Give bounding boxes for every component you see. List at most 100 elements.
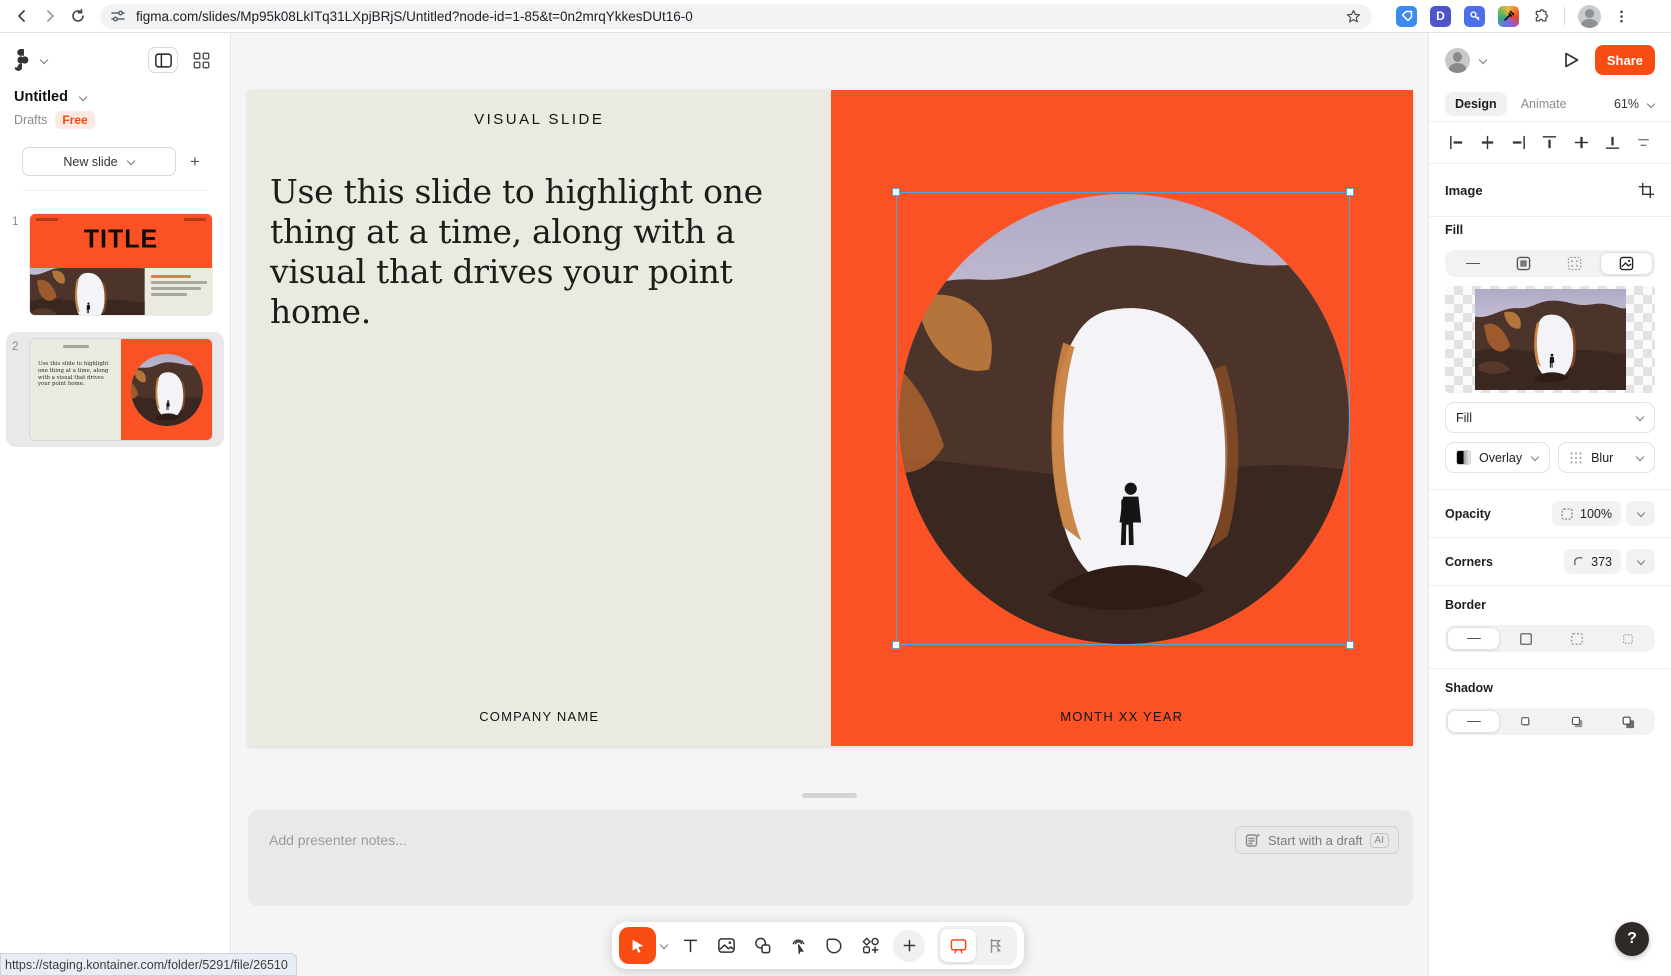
slide-right-half[interactable]: MONTH XX YEAR xyxy=(831,90,1414,746)
slide-eyebrow[interactable]: VISUAL SLIDE xyxy=(248,111,831,128)
canvas[interactable]: VISUAL SLIDE Use this slide to highlight… xyxy=(231,33,1428,976)
bookmark-star-icon[interactable] xyxy=(1345,8,1362,25)
align-vertical-center-icon[interactable] xyxy=(1569,131,1593,155)
opacity-input[interactable]: 100% xyxy=(1552,501,1621,526)
extension-key-icon[interactable] xyxy=(1464,6,1485,27)
avatar-chevron-icon[interactable] xyxy=(1478,56,1487,65)
tab-design[interactable]: Design xyxy=(1445,92,1507,116)
slide-left-half[interactable]: VISUAL SLIDE Use this slide to highlight… xyxy=(248,90,831,746)
fill-mode-dropdown[interactable]: Fill xyxy=(1445,402,1655,433)
text-tool-button[interactable] xyxy=(673,929,707,963)
slide-image[interactable] xyxy=(899,194,1349,644)
fill-section-title: Fill xyxy=(1445,223,1655,237)
image-tool-button[interactable] xyxy=(709,929,743,963)
plan-badge[interactable]: Free xyxy=(55,111,94,129)
align-top-icon[interactable] xyxy=(1538,131,1562,155)
browser-profile-avatar[interactable] xyxy=(1578,5,1601,28)
interactive-tool-button[interactable] xyxy=(781,929,815,963)
corners-input[interactable]: 373 xyxy=(1564,549,1621,574)
selection-handle-top-left[interactable] xyxy=(892,188,900,196)
extension-tag-icon[interactable] xyxy=(1396,6,1417,27)
dev-mode-button[interactable] xyxy=(978,929,1014,962)
distribute-icon[interactable] xyxy=(1632,131,1656,155)
align-bottom-icon[interactable] xyxy=(1601,131,1625,155)
shapes-tool-button[interactable] xyxy=(745,929,779,963)
main-menu-chevron-icon[interactable] xyxy=(39,56,48,65)
border-custom-option[interactable] xyxy=(1602,627,1653,650)
single-slide-view-toggle[interactable] xyxy=(148,47,178,73)
selection-handle-bottom-left[interactable] xyxy=(892,641,900,649)
new-slide-button[interactable]: New slide xyxy=(22,147,176,176)
slide-list-item-2[interactable]: 2 Use this slide to highlight one thing … xyxy=(6,332,224,447)
blur-dropdown[interactable]: Blur xyxy=(1558,442,1655,473)
align-horizontal-center-icon[interactable] xyxy=(1475,131,1499,155)
slide-footer-left[interactable]: COMPANY NAME xyxy=(248,709,831,724)
file-location[interactable]: Drafts xyxy=(14,113,47,127)
border-dashed-option[interactable] xyxy=(1551,627,1602,650)
image-fill-preview[interactable] xyxy=(1445,286,1655,393)
slide-body-text[interactable]: Use this slide to highlight one thing at… xyxy=(270,172,775,332)
chrome-menu-icon[interactable] xyxy=(1614,9,1629,24)
opacity-label: Opacity xyxy=(1445,507,1552,521)
help-button[interactable]: ? xyxy=(1615,922,1649,956)
align-right-icon[interactable] xyxy=(1507,131,1531,155)
slide-canvas[interactable]: VISUAL SLIDE Use this slide to highlight… xyxy=(248,90,1413,746)
user-avatar[interactable] xyxy=(1445,48,1470,73)
blur-icon xyxy=(1569,451,1583,465)
corners-dropdown-button[interactable] xyxy=(1626,549,1655,574)
extension-d-icon[interactable]: D xyxy=(1430,6,1451,27)
crop-icon[interactable] xyxy=(1638,182,1655,199)
present-icon[interactable] xyxy=(1561,50,1581,70)
reload-icon[interactable] xyxy=(64,2,92,30)
slide-thumbnail-2[interactable]: Use this slide to highlight one thing at… xyxy=(30,339,212,440)
tab-animate[interactable]: Animate xyxy=(1521,97,1567,111)
slide-footer-right[interactable]: MONTH XX YEAR xyxy=(831,709,1414,724)
fill-pattern-option[interactable] xyxy=(1549,252,1600,275)
forward-icon[interactable] xyxy=(36,2,64,30)
start-draft-button[interactable]: Start with a draft AI xyxy=(1235,826,1399,854)
grid-view-toggle[interactable] xyxy=(186,47,216,73)
notes-placeholder[interactable]: Add presenter notes... xyxy=(269,832,407,848)
add-slide-plus-button[interactable]: + xyxy=(182,149,208,175)
image-section-title: Image xyxy=(1445,183,1483,198)
shadow-none-option[interactable] xyxy=(1447,710,1500,733)
site-info-icon[interactable] xyxy=(110,8,126,24)
select-tool-chevron-icon[interactable] xyxy=(659,941,668,950)
extension-eyedropper-icon[interactable] xyxy=(1498,6,1519,27)
zoom-control[interactable]: 61% xyxy=(1614,97,1655,111)
fill-type-segment xyxy=(1445,250,1655,277)
slide-thumbnail-1[interactable]: TITLE xyxy=(30,214,212,315)
overlay-dropdown[interactable]: Overlay xyxy=(1445,442,1550,473)
notes-drag-handle[interactable] xyxy=(802,793,857,798)
align-left-icon[interactable] xyxy=(1444,131,1468,155)
slide-list-item-1[interactable]: 1 TITLE xyxy=(6,207,224,322)
url-text[interactable]: figma.com/slides/Mp95k08LkITq31LXpjBRjS/… xyxy=(136,9,1345,24)
figma-logo-icon[interactable] xyxy=(14,49,30,71)
selection-handle-top-right[interactable] xyxy=(1346,188,1354,196)
slide-number: 2 xyxy=(12,339,30,440)
border-solid-option[interactable] xyxy=(1500,627,1551,650)
share-button[interactable]: Share xyxy=(1595,45,1655,75)
file-name[interactable]: Untitled xyxy=(14,89,68,105)
fill-mode-chevron-icon xyxy=(1635,413,1644,422)
file-menu-chevron-icon[interactable] xyxy=(78,93,87,102)
fill-solid-option[interactable] xyxy=(1498,252,1549,275)
opacity-dropdown-button[interactable] xyxy=(1626,501,1655,526)
start-draft-label: Start with a draft xyxy=(1268,833,1363,848)
presenter-notes-panel[interactable]: Add presenter notes... Start with a draf… xyxy=(248,810,1413,906)
slides-mode-button[interactable] xyxy=(940,929,976,962)
fill-none-option[interactable] xyxy=(1447,252,1498,275)
shadow-small-option[interactable] xyxy=(1500,710,1551,733)
shadow-large-option[interactable] xyxy=(1602,710,1653,733)
back-icon[interactable] xyxy=(8,2,36,30)
url-bar[interactable]: figma.com/slides/Mp95k08LkITq31LXpjBRjS/… xyxy=(100,4,1372,29)
select-tool-button[interactable] xyxy=(619,927,656,964)
extensions-puzzle-icon[interactable] xyxy=(1532,7,1551,26)
comment-tool-button[interactable] xyxy=(817,929,851,963)
widgets-tool-button[interactable] xyxy=(853,929,887,963)
border-none-option[interactable] xyxy=(1447,627,1500,650)
shadow-medium-option[interactable] xyxy=(1551,710,1602,733)
fill-image-option[interactable] xyxy=(1600,252,1653,275)
selection-handle-bottom-right[interactable] xyxy=(1346,641,1354,649)
add-more-button[interactable] xyxy=(893,930,925,962)
